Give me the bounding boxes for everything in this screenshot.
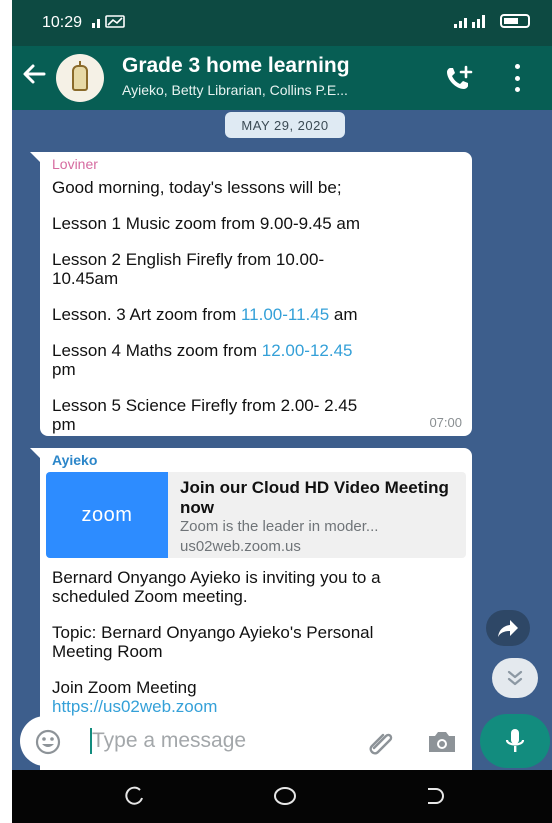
message-line: 10.45am [52, 269, 119, 288]
phone-screen: 10:29 Grade 3 home learning Ayieko, Bett… [12, 0, 552, 823]
microphone-icon [505, 729, 525, 752]
link-preview[interactable]: zoom Join our Cloud HD Video Meeting now… [46, 472, 466, 558]
time-link[interactable]: 11.00-11.45 [241, 305, 329, 324]
camera-icon[interactable] [426, 730, 458, 754]
link-preview-title: Join our Cloud HD Video Meeting now [180, 478, 449, 517]
message-line: pm [52, 415, 76, 434]
status-bar: 10:29 [12, 0, 552, 46]
battery-icon [500, 14, 530, 28]
home-icon[interactable] [270, 784, 300, 808]
chat-area[interactable]: MAY 29, 2020 Loviner Good morning, today… [12, 110, 552, 770]
signal-icon [92, 15, 125, 28]
message-line: Join Zoom Meeting [52, 678, 197, 697]
back-arrow-icon[interactable] [20, 60, 48, 94]
link-preview-domain: us02web.zoom.us [180, 538, 301, 555]
meeting-link[interactable]: https://us02web.zoom [52, 697, 217, 717]
back-nav-icon[interactable] [420, 784, 450, 808]
chat-header[interactable]: Grade 3 home learning Ayieko, Betty Libr… [12, 46, 552, 110]
forward-button[interactable] [486, 610, 530, 646]
status-right-icons [454, 14, 530, 28]
message-line: Bernard Onyango Ayieko is inviting you t… [52, 568, 381, 587]
voice-record-button[interactable] [480, 714, 550, 768]
message-line: Lesson 4 Maths zoom from 12.00-12.45 [52, 341, 353, 360]
date-chip: MAY 29, 2020 [225, 112, 345, 138]
message-line: Lesson. 3 Art zoom from 11.00-11.45 am [52, 305, 358, 324]
emoji-icon[interactable] [34, 728, 62, 756]
group-title[interactable]: Grade 3 home learning [122, 54, 350, 78]
chevron-double-down-icon [507, 670, 523, 686]
system-navigation-bar [12, 770, 552, 823]
forward-icon [498, 620, 518, 637]
more-vertical-icon[interactable] [512, 64, 522, 92]
lamp-icon [72, 61, 88, 91]
message-line: Lesson 5 Science Firefly from 2.00- 2.45 [52, 396, 358, 415]
time-link[interactable]: 12.00-12.45 [262, 341, 353, 360]
zoom-logo: zoom [46, 472, 168, 558]
cell-signal-icon [454, 15, 485, 28]
message-composer[interactable] [20, 716, 472, 766]
group-members[interactable]: Ayieko, Betty Librarian, Collins P.E... [122, 82, 348, 98]
add-call-icon[interactable] [444, 64, 474, 92]
message-line: scheduled Zoom meeting. [52, 587, 248, 606]
message-line: Topic: Bernard Onyango Ayieko's Personal [52, 623, 374, 642]
message-input[interactable] [92, 726, 352, 756]
paperclip-icon[interactable] [366, 728, 396, 756]
message-sender: Loviner [52, 156, 98, 172]
message-time: 07:00 [429, 415, 462, 430]
link-preview-description: Zoom is the leader in moder... [180, 518, 379, 535]
message-line: Meeting Room [52, 642, 163, 661]
group-avatar[interactable] [56, 54, 104, 102]
message-line: pm [52, 360, 76, 379]
message-line: Good morning, today's lessons will be; [52, 178, 342, 197]
message-bubble[interactable]: Loviner Good morning, today's lessons wi… [30, 152, 472, 436]
message-line: Lesson 2 English Firefly from 10.00- [52, 250, 325, 269]
message-sender: Ayieko [52, 452, 98, 468]
message-line: Lesson 1 Music zoom from 9.00-9.45 am [52, 214, 361, 233]
recent-apps-icon[interactable] [120, 784, 150, 808]
status-time: 10:29 [42, 14, 83, 31]
notification-icons [92, 14, 128, 31]
scroll-down-button[interactable] [492, 658, 538, 698]
